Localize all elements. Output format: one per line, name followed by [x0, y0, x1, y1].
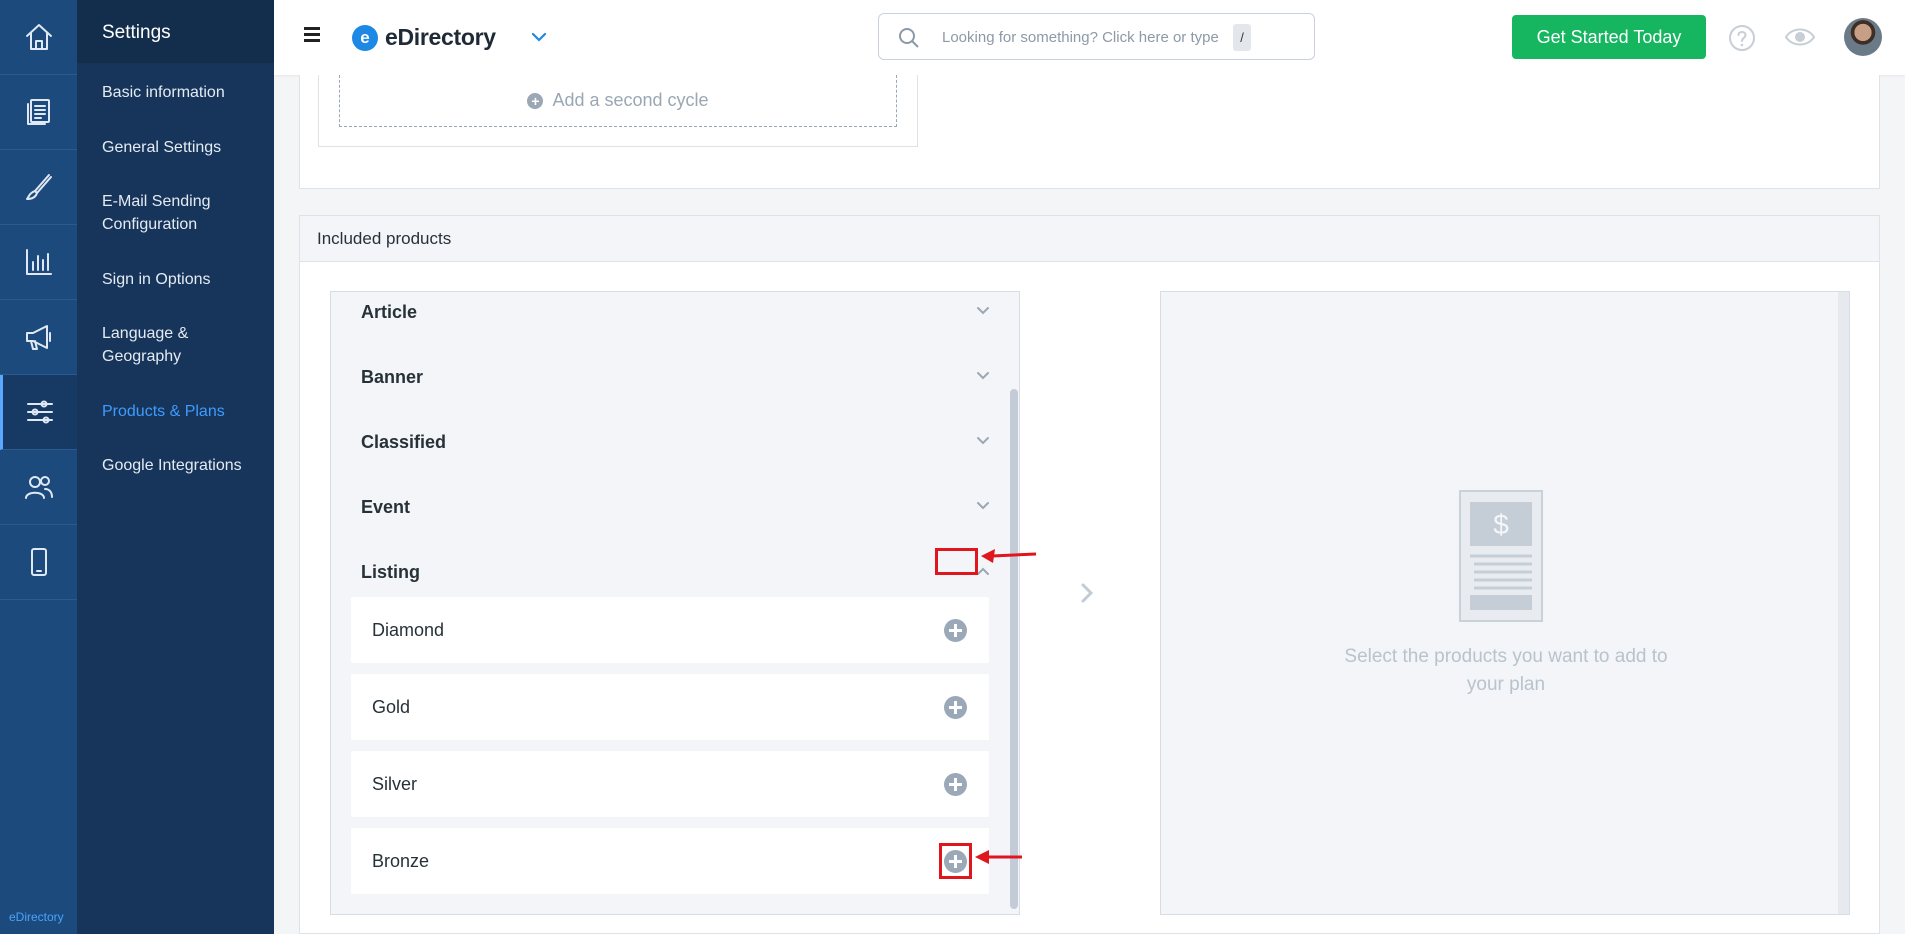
subnav-item-email-sending[interactable]: E-Mail Sending Configuration: [77, 190, 257, 236]
subnav-title: Settings: [77, 0, 274, 63]
category-banner[interactable]: Banner: [361, 358, 991, 398]
category-event[interactable]: Event: [361, 488, 991, 528]
chevron-down-icon[interactable]: [530, 28, 548, 46]
mobile-icon: [30, 548, 47, 576]
chevron-down-icon[interactable]: [975, 303, 991, 319]
menu-icon[interactable]: [304, 27, 320, 43]
level-label: Gold: [372, 697, 411, 717]
megaphone-icon: [25, 325, 51, 350]
level-label: Diamond: [372, 620, 445, 640]
panel-edge: [1838, 292, 1849, 914]
add-plus-icon[interactable]: [944, 850, 967, 873]
category-label: Classified: [361, 432, 447, 452]
chevron-down-icon[interactable]: [975, 433, 991, 449]
rail-brand-label: eDirectory: [9, 910, 64, 924]
category-listing[interactable]: Listing: [361, 553, 991, 593]
icon-rail: eDirectory: [0, 0, 77, 934]
add-plus-icon[interactable]: [944, 696, 967, 719]
avatar[interactable]: [1844, 18, 1882, 56]
subnav-item-general-settings[interactable]: General Settings: [77, 136, 241, 159]
brush-icon: [25, 174, 52, 200]
help-icon[interactable]: [1728, 24, 1756, 52]
product-list[interactable]: Article Banner Classified Event Listing …: [330, 291, 1020, 915]
category-article[interactable]: Article: [361, 293, 991, 333]
svg-text:$: $: [1493, 509, 1509, 540]
settings-sliders-icon: [27, 400, 53, 424]
listing-level-diamond: Diamond: [351, 597, 989, 663]
search-input[interactable]: Looking for something? Click here or typ…: [878, 13, 1315, 60]
search-shortcut-key: /: [1233, 24, 1251, 51]
price-document-icon: $: [1459, 490, 1543, 622]
rail-item-promote[interactable]: [0, 300, 77, 375]
home-icon: [25, 24, 52, 50]
rail-item-design[interactable]: [0, 150, 77, 225]
category-label: Article: [361, 302, 418, 322]
cycle-box: + Add a second cycle: [318, 75, 918, 147]
listing-level-bronze: Bronze: [351, 828, 989, 894]
add-second-cycle-label: Add a second cycle: [552, 90, 709, 110]
subnav-item-basic-information[interactable]: Basic information: [77, 81, 245, 104]
rail-item-mobile[interactable]: [0, 525, 77, 600]
preview-eye-icon[interactable]: [1784, 25, 1816, 49]
reports-icon: [25, 249, 52, 275]
settings-subnav: Settings Basic information General Setti…: [77, 0, 274, 934]
chevron-down-icon[interactable]: [975, 368, 991, 384]
selected-products-panel: $ Select the products you want to add to…: [1160, 291, 1850, 915]
chevron-up-icon[interactable]: [975, 563, 991, 579]
included-products-card: Included products Article Banner Classif…: [299, 215, 1880, 934]
level-label: Silver: [372, 774, 418, 794]
category-label: Listing: [361, 562, 420, 582]
top-bar: e eDirectory Looking for something? Clic…: [274, 0, 1905, 75]
users-icon: [24, 476, 53, 499]
logo-badge: e: [352, 24, 378, 51]
level-label: Bronze: [372, 851, 430, 871]
subnav-item-google-integrations[interactable]: Google Integrations: [77, 454, 262, 477]
search-icon: [899, 28, 919, 48]
rail-item-content[interactable]: [0, 75, 77, 150]
category-label: Event: [361, 497, 411, 517]
search-placeholder: Looking for something? Click here or typ…: [942, 29, 1219, 46]
add-second-cycle-button[interactable]: + Add a second cycle: [339, 75, 897, 127]
rail-item-settings[interactable]: [0, 375, 77, 450]
listing-level-silver: Silver: [351, 751, 989, 817]
subnav-item-sign-in-options[interactable]: Sign in Options: [77, 268, 231, 291]
pricing-cycle-card: + Add a second cycle: [299, 75, 1880, 189]
rail-item-users[interactable]: [0, 450, 77, 525]
chevron-down-icon[interactable]: [975, 498, 991, 514]
add-circle-icon: +: [527, 92, 544, 109]
chevron-right-icon[interactable]: [1080, 582, 1094, 604]
empty-state-message: Select the products you want to add to y…: [1344, 646, 1668, 695]
content-icon: [26, 99, 50, 125]
category-label: Banner: [361, 367, 424, 387]
add-plus-icon[interactable]: [944, 773, 967, 796]
get-started-button[interactable]: Get Started Today: [1512, 15, 1706, 59]
category-classified[interactable]: Classified: [361, 423, 991, 463]
logo-text: eDirectory: [385, 24, 496, 50]
add-plus-icon[interactable]: [944, 619, 967, 642]
rail-item-reports[interactable]: [0, 225, 77, 300]
listing-level-gold: Gold: [351, 674, 989, 740]
subnav-item-products-plans[interactable]: Products & Plans: [77, 400, 245, 423]
subnav-item-language-geography[interactable]: Language & Geography: [77, 322, 227, 368]
rail-item-home[interactable]: [0, 0, 77, 75]
logo[interactable]: e eDirectory: [352, 24, 496, 51]
included-products-title: Included products: [300, 216, 1879, 262]
scrollbar-thumb[interactable]: [1010, 389, 1018, 909]
